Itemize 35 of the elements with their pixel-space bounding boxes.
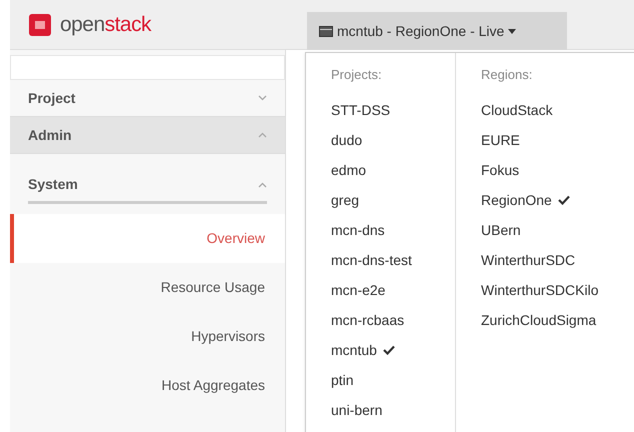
menu-item[interactable]: mcn-rcbaas xyxy=(331,305,404,335)
menu-item[interactable]: WinterthurSDC xyxy=(481,245,576,275)
menu-item[interactable]: dudo xyxy=(331,125,362,155)
menu-item[interactable]: RegionOne xyxy=(481,185,570,215)
chevron-icon xyxy=(258,132,267,138)
menu-heading: Projects: xyxy=(331,66,382,84)
menu-item[interactable]: STT-DSS xyxy=(331,95,390,125)
menu-item[interactable]: mcn-e2e xyxy=(331,275,386,305)
sidebar-item[interactable]: Host Aggregates xyxy=(10,361,285,410)
menu-item[interactable]: uni-bern xyxy=(331,395,382,425)
sidebar-section[interactable]: System xyxy=(28,168,267,204)
menu-item[interactable]: mcn-dns xyxy=(331,215,385,245)
menu-item[interactable]: ZurichCloudSigma xyxy=(481,305,596,335)
menu-item[interactable]: greg xyxy=(331,185,360,215)
sidebar-item[interactable]: Resource Usage xyxy=(10,263,285,312)
menu-item[interactable]: Fokus xyxy=(481,155,520,185)
menu-item[interactable]: EURE xyxy=(481,125,520,155)
chevron-icon xyxy=(258,182,267,188)
sidebar-item[interactable]: Overview xyxy=(10,214,285,263)
sidebar-item[interactable]: Hypervisors xyxy=(10,312,285,361)
caret-icon xyxy=(508,28,516,34)
menu-item[interactable]: edmo xyxy=(331,155,366,185)
menu-item[interactable]: WinterthurSDCKilo xyxy=(481,275,598,305)
menu-item[interactable]: CloudStack xyxy=(481,95,553,125)
table-icon xyxy=(319,26,333,36)
chevron-icon xyxy=(258,95,267,101)
menu-item[interactable]: mcntub xyxy=(331,335,395,365)
logo-icon xyxy=(28,12,52,36)
context-menu-button[interactable]: mcntub - RegionOne - Live xyxy=(307,12,567,50)
sidebar-panel[interactable]: Admin xyxy=(10,117,285,154)
menu-item[interactable]: mcn-dns-test xyxy=(331,245,412,275)
menu-item[interactable]: UBern xyxy=(481,215,521,245)
logo-text: openstack xyxy=(60,12,152,38)
menu-heading: Regions: xyxy=(481,66,532,84)
menu-item[interactable]: ptin xyxy=(331,365,354,395)
